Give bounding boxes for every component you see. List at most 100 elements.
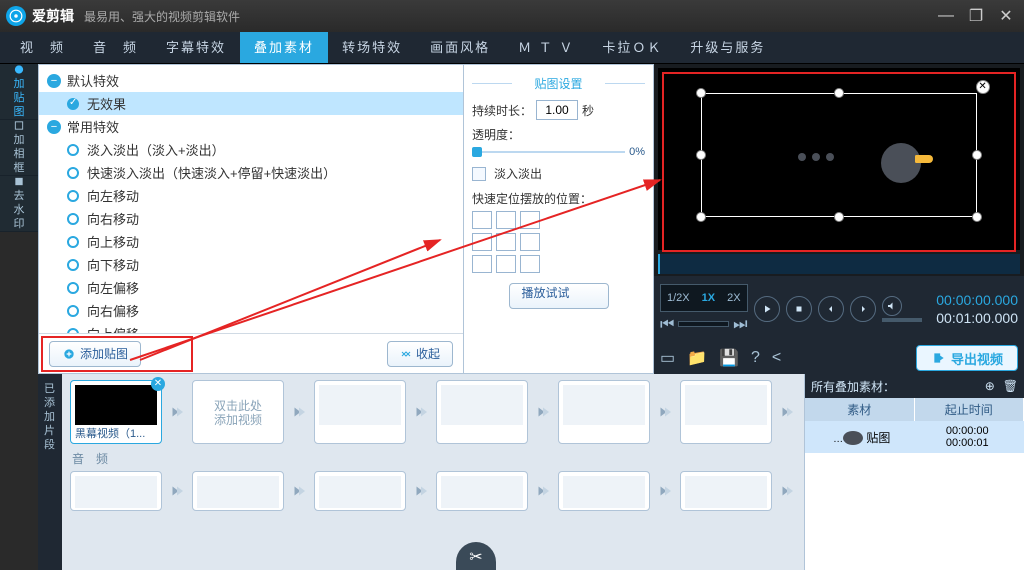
open-folder-icon[interactable]: 📁 [687, 348, 707, 368]
effect-item[interactable]: 向上移动 [39, 230, 463, 253]
pos-tr[interactable] [520, 211, 540, 229]
group-common[interactable]: −常用特效 [39, 115, 463, 138]
speed-half[interactable]: 1/2X [661, 292, 696, 304]
export-video-button[interactable]: 导出视频 [916, 345, 1018, 371]
prev-frame-button[interactable] [818, 296, 844, 322]
fade-checkbox[interactable] [472, 167, 486, 181]
resize-handle[interactable] [972, 212, 982, 222]
collapse-button[interactable]: 收起 [387, 341, 453, 367]
clip-empty[interactable] [558, 380, 650, 444]
clip-1[interactable]: ✕黑幕视频（1... [70, 380, 162, 444]
speed-1x[interactable]: 1X [696, 292, 721, 304]
sticker-icon[interactable] [881, 143, 921, 183]
transition-icon[interactable] [534, 482, 552, 500]
tool-remove-watermark[interactable]: 去 水 印 [0, 176, 38, 232]
add-material-icon[interactable]: ⊕ [985, 379, 995, 393]
speed-2x[interactable]: 2X [721, 292, 746, 304]
effect-item[interactable]: 向左移动 [39, 184, 463, 207]
prev-segment-button[interactable]: ⏮ [660, 316, 674, 334]
help-icon[interactable]: ? [751, 349, 760, 367]
clip-empty[interactable] [680, 380, 772, 444]
transition-icon[interactable] [656, 403, 674, 421]
pos-bl[interactable] [472, 255, 492, 273]
pos-tl[interactable] [472, 211, 492, 229]
pos-ml[interactable] [472, 233, 492, 251]
pos-bc[interactable] [496, 255, 516, 273]
resize-handle[interactable] [696, 150, 706, 160]
add-sticker-button[interactable]: 添加贴图 [49, 341, 141, 367]
play-test-button[interactable]: 播放试试 [509, 283, 609, 309]
effect-none[interactable]: 无效果 [39, 92, 463, 115]
effects-tree[interactable]: −默认特效 无效果 −常用特效 淡入淡出（淡入+淡出） 快速淡入淡出（快速淡入+… [39, 65, 463, 333]
effect-item[interactable]: 向右偏移 [39, 299, 463, 322]
resize-handle[interactable] [696, 212, 706, 222]
audio-clip-empty[interactable] [70, 471, 162, 511]
volume-slider[interactable] [882, 318, 922, 322]
sticker-selection-box[interactable]: ✕ [701, 93, 976, 217]
share-icon[interactable]: < [772, 349, 781, 367]
transition-icon[interactable] [290, 403, 308, 421]
material-row[interactable]: … 贴图 00:00:0000:00:01 [805, 421, 1024, 453]
clip-empty[interactable] [314, 380, 406, 444]
audio-clip-empty[interactable] [436, 471, 528, 511]
pos-br[interactable] [520, 255, 540, 273]
resize-handle[interactable] [972, 150, 982, 160]
pos-mr[interactable] [520, 233, 540, 251]
next-segment-button[interactable]: ⏭ [733, 316, 747, 334]
video-preview[interactable]: ✕ [658, 68, 1020, 250]
preview-timeline[interactable] [658, 254, 1020, 274]
tab-style[interactable]: 画面风格 [416, 32, 504, 63]
minimize-button[interactable]: — [934, 4, 958, 28]
resize-handle[interactable] [696, 88, 706, 98]
resize-handle[interactable] [834, 88, 844, 98]
effect-item[interactable]: 快速淡入淡出（快速淡入+停留+快速淡出） [39, 161, 463, 184]
transition-icon[interactable] [656, 482, 674, 500]
transition-icon[interactable] [290, 482, 308, 500]
maximize-button[interactable]: ❐ [964, 4, 988, 28]
tab-karaoke[interactable]: 卡拉ＯＫ [588, 32, 676, 63]
cut-button[interactable]: ✂ [456, 542, 496, 570]
pos-tc[interactable] [496, 211, 516, 229]
tab-upgrade[interactable]: 升级与服务 [676, 32, 779, 63]
effect-item[interactable]: 向右移动 [39, 207, 463, 230]
tool-add-frame[interactable]: 加 相 框 [0, 120, 38, 176]
tab-subtitle[interactable]: 字幕特效 [152, 32, 240, 63]
transition-icon[interactable] [778, 403, 796, 421]
transition-icon[interactable] [534, 403, 552, 421]
save-icon[interactable]: 💾 [719, 348, 739, 368]
audio-clip-empty[interactable] [192, 471, 284, 511]
audio-clip-empty[interactable] [314, 471, 406, 511]
transition-icon[interactable] [412, 482, 430, 500]
effect-item[interactable]: 向上偏移 [39, 322, 463, 333]
stop-button[interactable] [786, 296, 812, 322]
tool-add-sticker[interactable]: 加 贴 图 [0, 64, 38, 120]
effect-item[interactable]: 向下移动 [39, 253, 463, 276]
audio-clip-empty[interactable] [680, 471, 772, 511]
opacity-slider[interactable] [472, 145, 625, 159]
play-button[interactable] [754, 296, 780, 322]
clip-remove-icon[interactable]: ✕ [151, 377, 165, 391]
transition-icon[interactable] [778, 482, 796, 500]
tab-audio[interactable]: 音 频 [79, 32, 152, 63]
transition-icon[interactable] [168, 482, 186, 500]
new-icon[interactable]: ▭ [660, 348, 675, 368]
tab-mtv[interactable]: Ｍ Ｔ Ｖ [504, 32, 588, 63]
transition-icon[interactable] [412, 403, 430, 421]
effect-item[interactable]: 向左偏移 [39, 276, 463, 299]
tab-transition[interactable]: 转场特效 [328, 32, 416, 63]
duration-input[interactable] [536, 100, 578, 120]
tab-overlay[interactable]: 叠加素材 [240, 32, 328, 63]
next-frame-button[interactable] [850, 296, 876, 322]
clip-empty[interactable]: 双击此处添加视频 [192, 380, 284, 444]
audio-clip-empty[interactable] [558, 471, 650, 511]
clip-empty[interactable] [436, 380, 528, 444]
volume-icon[interactable] [882, 296, 902, 316]
effect-item[interactable]: 淡入淡出（淡入+淡出） [39, 138, 463, 161]
tab-video[interactable]: 视 频 [6, 32, 79, 63]
group-default[interactable]: −默认特效 [39, 69, 463, 92]
position-slider[interactable] [678, 321, 729, 327]
close-button[interactable]: ✕ [994, 4, 1018, 28]
delete-material-icon[interactable]: 🗑 [1003, 379, 1018, 393]
transition-icon[interactable] [168, 403, 186, 421]
sticker-delete-icon[interactable]: ✕ [976, 80, 990, 94]
